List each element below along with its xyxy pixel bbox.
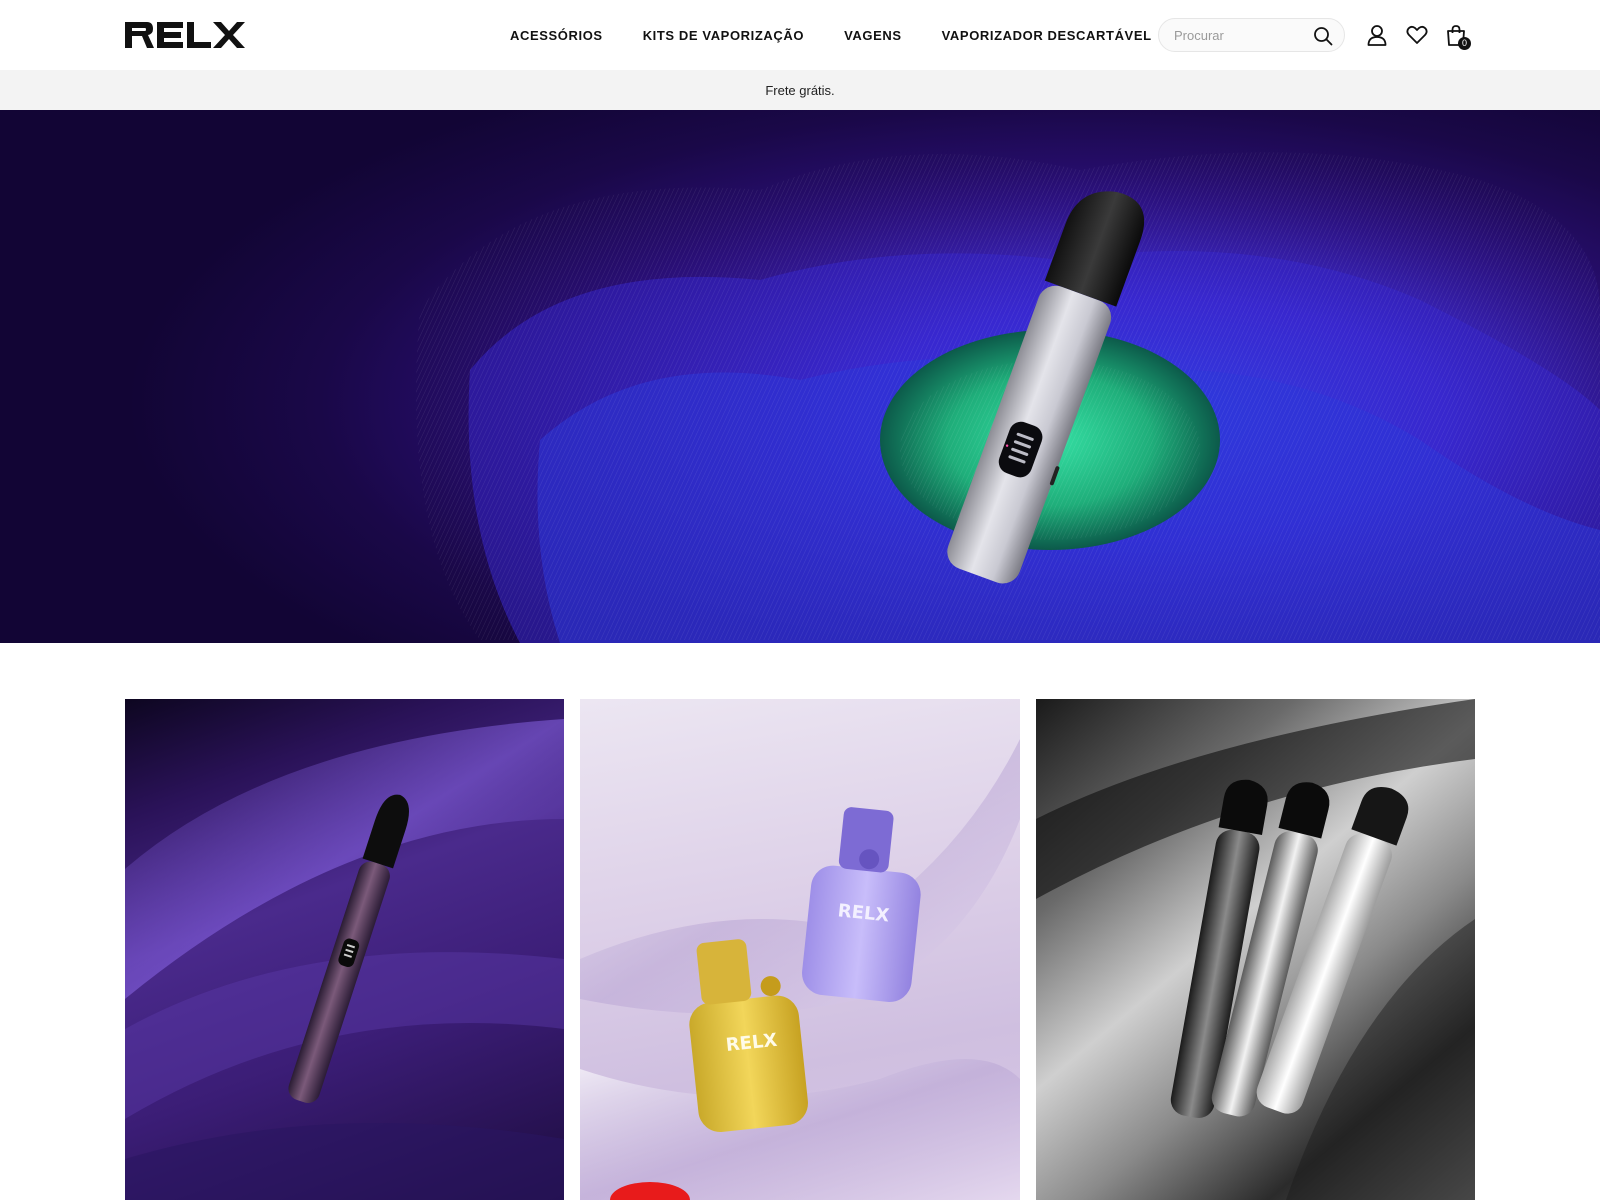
pod-kits-image: RELX RELX [580, 739, 1020, 1200]
hero-banner[interactable] [0, 110, 1600, 643]
silver-trio-image [1036, 699, 1475, 1200]
nav-item-acessorios[interactable]: ACESSÓRIOS [510, 28, 603, 43]
announcement-bar: Frete grátis. [0, 70, 1600, 110]
nav-item-vaporizador-descartavel[interactable]: VAPORIZADOR DESCARTÁVEL [942, 28, 1152, 43]
relx-logo[interactable] [125, 22, 245, 48]
product-cards: RELX RELX [125, 699, 1475, 1200]
nav-item-kits-de-vaporizacao[interactable]: KITS DE VAPORIZAÇÃO [643, 28, 804, 43]
announcement-text: Frete grátis. [765, 82, 835, 98]
product-card-purple-pen[interactable] [125, 699, 564, 1200]
cart-count-badge: 0 [1458, 37, 1471, 50]
hero-artwork [416, 152, 1600, 643]
shopping-bag-icon[interactable]: 0 [1443, 22, 1471, 50]
user-icon[interactable] [1364, 22, 1390, 48]
search-icon[interactable] [1312, 25, 1334, 47]
product-card-silver-trio[interactable] [1036, 699, 1475, 1200]
product-card-pod-kits[interactable]: RELX RELX [580, 699, 1020, 1200]
main-nav: ACESSÓRIOS KITS DE VAPORIZAÇÃO VAGENS VA… [510, 0, 1192, 70]
nav-item-vagens[interactable]: VAGENS [844, 28, 902, 43]
purple-pen-image [125, 719, 564, 1200]
site-header: ACESSÓRIOS KITS DE VAPORIZAÇÃO VAGENS VA… [0, 0, 1600, 70]
heart-icon[interactable] [1404, 22, 1430, 48]
search-box [1158, 18, 1345, 52]
search-input[interactable] [1174, 27, 1309, 43]
